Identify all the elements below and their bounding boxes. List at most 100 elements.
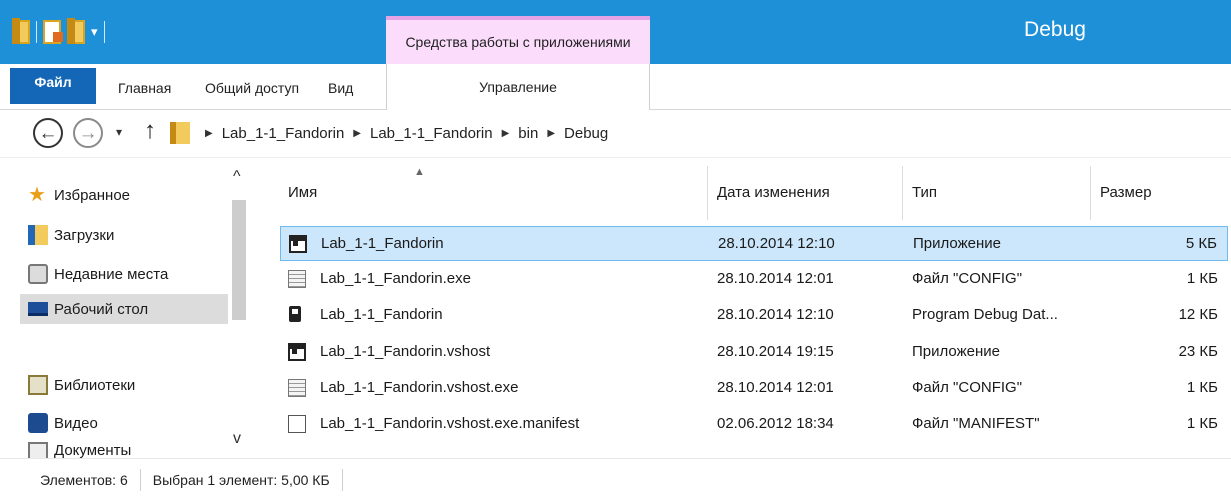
file-date: 28.10.2014 12:01: [717, 379, 834, 396]
breadcrumb-chevron-icon[interactable]: ▶: [353, 128, 361, 139]
scroll-down-icon[interactable]: v: [233, 430, 241, 448]
breadcrumb-item[interactable]: bin: [518, 125, 538, 142]
sidebar-item-desktop[interactable]: Рабочий стол: [20, 294, 228, 324]
file-size: 12 КБ: [1178, 306, 1218, 323]
address-field[interactable]: ▶ Lab_1-1_Fandorin ▶ Lab_1-1_Fandorin ▶ …: [170, 116, 1220, 150]
documents-library-icon: [28, 442, 48, 458]
sidebar-item-label: Видео: [54, 414, 98, 432]
column-header-date[interactable]: Дата изменения: [717, 184, 830, 201]
tab-share[interactable]: Общий доступ: [205, 80, 299, 96]
address-bar: ← → ▾ ↑ ▶ Lab_1-1_Fandorin ▶ Lab_1-1_Fan…: [0, 110, 1231, 158]
file-row[interactable]: Lab_1-1_Fandorin.vshost.exe 28.10.2014 1…: [280, 371, 1228, 406]
sidebar-item-label: Рабочий стол: [54, 300, 149, 318]
file-size: 1 КБ: [1186, 379, 1218, 396]
file-name: Lab_1-1_Fandorin: [320, 306, 443, 323]
file-type: Приложение: [912, 343, 1000, 360]
file-name: Lab_1-1_Fandorin: [321, 235, 444, 252]
breadcrumb-item[interactable]: Lab_1-1_Fandorin: [370, 125, 493, 142]
file-row[interactable]: Lab_1-1_Fandorin 28.10.2014 12:10 Прилож…: [280, 226, 1228, 261]
breadcrumb-item[interactable]: Lab_1-1_Fandorin: [222, 125, 345, 142]
scrollbar-thumb[interactable]: [232, 200, 246, 320]
recent-locations-dropdown[interactable]: ▾: [116, 125, 122, 139]
video-library-icon: [28, 413, 48, 433]
tab-view[interactable]: Вид: [328, 80, 353, 96]
tab-manage[interactable]: Управление: [386, 64, 650, 110]
file-name: Lab_1-1_Fandorin.vshost.exe.manifest: [320, 415, 580, 432]
sidebar-item-label: Избранное: [54, 186, 131, 204]
breadcrumb-item[interactable]: Debug: [564, 125, 608, 142]
application-icon: [289, 235, 307, 253]
file-date: 28.10.2014 12:10: [718, 235, 835, 252]
column-header-name[interactable]: Имя: [288, 184, 317, 201]
file-date: 28.10.2014 12:01: [717, 270, 834, 287]
config-file-icon: [288, 379, 306, 397]
file-size: 1 КБ: [1186, 415, 1218, 432]
status-divider: [341, 468, 343, 491]
toolbar-divider: [103, 21, 105, 43]
up-button[interactable]: ↑: [144, 117, 156, 145]
new-folder-icon[interactable]: [67, 18, 85, 44]
file-date: 28.10.2014 19:15: [717, 343, 834, 360]
file-size: 5 КБ: [1185, 235, 1217, 252]
file-row[interactable]: Lab_1-1_Fandorin.vshost 28.10.2014 19:15…: [280, 335, 1228, 370]
column-header-size[interactable]: Размер: [1100, 184, 1152, 201]
file-row[interactable]: Lab_1-1_Fandorin 28.10.2014 12:10 Progra…: [280, 298, 1228, 333]
file-row[interactable]: Lab_1-1_Fandorin.vshost.exe.manifest 02.…: [280, 407, 1228, 442]
breadcrumb-chevron-icon[interactable]: ▶: [502, 128, 510, 139]
desktop-icon: [28, 302, 48, 316]
title-bar: ▾ Средства работы с приложениями Debug: [0, 0, 1231, 64]
sidebar-item-label: Документы: [54, 442, 132, 458]
file-size: 23 КБ: [1178, 343, 1218, 360]
navigation-pane: ★ Избранное Загрузки Недавние места Рабо…: [0, 158, 250, 458]
file-row[interactable]: Lab_1-1_Fandorin.exe 28.10.2014 12:01 Фа…: [280, 262, 1228, 297]
sidebar-item-label: Библиотеки: [54, 376, 136, 394]
back-button[interactable]: ←: [33, 118, 63, 148]
column-header-type[interactable]: Тип: [912, 184, 937, 201]
folder-icon[interactable]: [12, 18, 30, 44]
file-date: 28.10.2014 12:10: [717, 306, 834, 323]
sidebar-item-label: Загрузки: [54, 226, 115, 244]
sidebar-item-documents[interactable]: Документы: [28, 442, 131, 458]
file-size: 1 КБ: [1186, 270, 1218, 287]
file-list: ▲ Имя Дата изменения Тип Размер Lab_1-1_…: [270, 158, 1228, 458]
sidebar-scrollbar[interactable]: ^ v: [230, 168, 248, 448]
breadcrumb-chevron-icon[interactable]: ▶: [547, 128, 555, 139]
config-file-icon: [288, 270, 306, 288]
sidebar-item-video[interactable]: Видео: [28, 408, 98, 438]
tab-home[interactable]: Главная: [118, 80, 171, 96]
folder-icon: [170, 122, 190, 144]
star-icon: ★: [28, 184, 46, 206]
file-date: 02.06.2012 18:34: [717, 415, 834, 432]
properties-icon[interactable]: [43, 20, 63, 44]
toolbar-divider: [36, 21, 37, 43]
sidebar-item-downloads[interactable]: Загрузки: [28, 220, 114, 250]
ribbon-tabs: Файл Главная Общий доступ Вид Управление: [0, 64, 1231, 110]
downloads-folder-icon: [28, 225, 48, 245]
customize-toolbar-icon[interactable]: ▾: [91, 24, 98, 40]
file-type: Файл "CONFIG": [912, 379, 1023, 396]
selection-info: Выбран 1 элемент: 5,00 КБ: [152, 471, 330, 488]
blank-file-icon: [288, 415, 306, 433]
items-count: Элементов: 6: [40, 471, 128, 488]
breadcrumb-chevron-icon[interactable]: ▶: [205, 128, 213, 139]
tab-file[interactable]: Файл: [10, 68, 96, 104]
column-header-row: ▲ Имя Дата изменения Тип Размер: [270, 158, 1228, 220]
file-name: Lab_1-1_Fandorin.vshost.exe: [320, 379, 519, 396]
sidebar-item-favorites[interactable]: ★ Избранное: [28, 180, 130, 210]
contextual-tab-header: Средства работы с приложениями: [386, 16, 650, 64]
column-divider[interactable]: [902, 166, 903, 220]
file-type: Приложение: [913, 235, 1001, 252]
sidebar-item-recent-places[interactable]: Недавние места: [28, 259, 168, 289]
status-bar: Элементов: 6 Выбран 1 элемент: 5,00 КБ: [0, 458, 1231, 500]
column-divider[interactable]: [707, 166, 708, 220]
debug-database-icon: [288, 306, 306, 324]
quick-access-toolbar: ▾: [12, 18, 105, 46]
libraries-icon: [28, 375, 48, 395]
sidebar-item-label: Недавние места: [54, 265, 169, 283]
forward-button[interactable]: →: [73, 118, 103, 148]
status-divider: [139, 468, 141, 491]
scroll-up-icon[interactable]: ^: [233, 168, 241, 186]
application-icon: [288, 343, 306, 361]
column-divider[interactable]: [1090, 166, 1091, 220]
sidebar-item-libraries[interactable]: Библиотеки: [28, 370, 135, 400]
